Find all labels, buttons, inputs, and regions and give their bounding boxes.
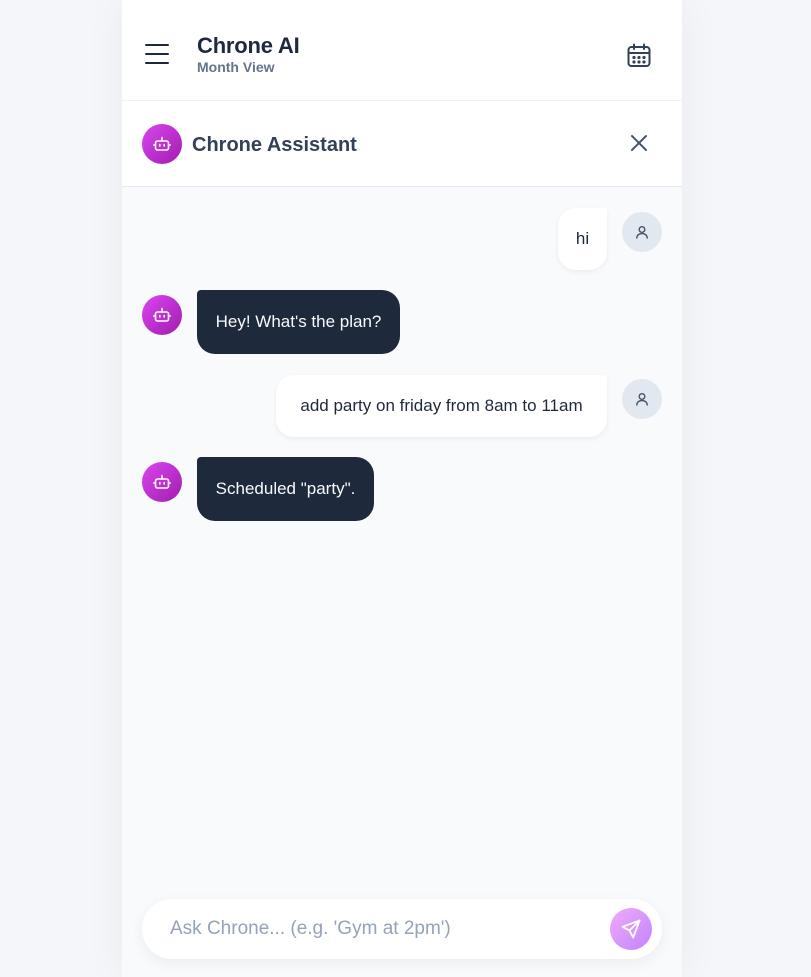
assistant-header: Chrone Assistant <box>122 101 682 187</box>
close-icon <box>631 135 647 151</box>
composer <box>142 899 662 959</box>
user-avatar <box>622 212 662 252</box>
robot-icon <box>152 474 172 489</box>
close-button[interactable] <box>628 132 650 154</box>
app-window: Chrone AI Month View Chrone Assistant hi… <box>122 0 682 977</box>
app-header: Chrone AI Month View <box>122 0 682 101</box>
menu-button[interactable] <box>144 42 170 68</box>
calendar-button[interactable] <box>625 42 653 70</box>
user-avatar <box>622 379 662 419</box>
send-icon <box>621 919 641 939</box>
user-message: hi <box>558 208 607 270</box>
assistant-name: Chrone Assistant <box>192 134 357 156</box>
robot-icon <box>152 136 172 151</box>
hamburger-menu-icon <box>145 53 169 56</box>
assistant-message: Scheduled "party". <box>197 457 374 521</box>
assistant-avatar <box>142 462 182 502</box>
hamburger-menu-icon <box>145 44 169 47</box>
assistant-avatar <box>142 295 182 335</box>
view-mode-label[interactable]: Month View <box>197 59 275 75</box>
send-button[interactable] <box>610 908 652 950</box>
app-title: Chrone AI <box>197 33 300 58</box>
hamburger-menu-icon <box>145 62 169 65</box>
user-icon <box>636 393 648 406</box>
calendar-icon <box>627 43 651 67</box>
robot-icon <box>152 307 172 322</box>
user-message: add party on friday from 8am to 11am <box>276 375 607 437</box>
assistant-avatar <box>142 124 182 164</box>
user-icon <box>636 226 648 239</box>
assistant-message: Hey! What's the plan? <box>197 290 400 354</box>
chat-input[interactable] <box>170 899 590 959</box>
